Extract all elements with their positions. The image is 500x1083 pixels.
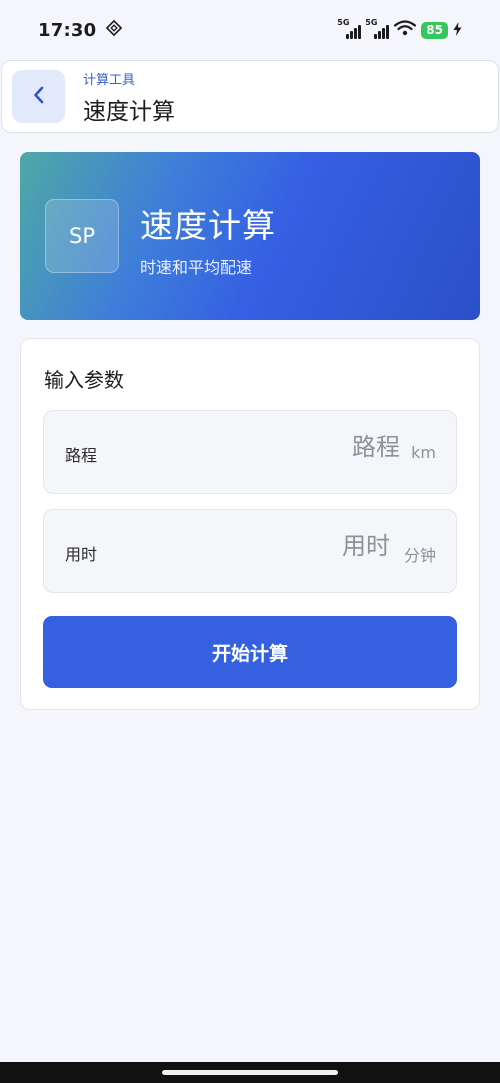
chevron-left-icon [32,85,46,109]
hero-banner: SP 速度计算 时速和平均配速 [20,152,480,320]
page-title: 速度计算 [83,99,175,125]
app-header: 计算工具 速度计算 [1,60,499,133]
hero-subtitle: 时速和平均配速 [140,258,253,277]
input-card: 输入参数 路程 km 用时 分钟 开始计算 [20,338,480,710]
distance-label: 路程 [65,446,98,465]
distance-unit: km [411,443,436,462]
duration-field[interactable]: 用时 分钟 [43,509,457,593]
calculate-button[interactable]: 开始计算 [43,616,457,688]
signal-icon: 5G [365,18,390,39]
breadcrumb[interactable]: 计算工具 [83,69,135,88]
status-bar: 17:30 5G 5G 85 [0,0,500,60]
distance-field[interactable]: 路程 km [43,410,457,494]
home-indicator[interactable] [162,1070,338,1075]
nfc-diamond-icon [106,19,123,40]
system-nav-bar [0,1062,500,1083]
duration-unit: 分钟 [403,546,436,565]
duration-label: 用时 [65,545,98,564]
signal-label: 5G [337,18,350,27]
signal-icon: 5G [337,18,362,39]
status-time: 17:30 [38,19,97,41]
duration-input[interactable] [190,532,390,560]
battery-badge: 85 [421,21,448,39]
back-button[interactable] [12,70,65,123]
hero-title: 速度计算 [140,206,276,245]
wifi-icon [394,20,417,40]
section-title: 输入参数 [44,368,124,392]
distance-input[interactable] [200,433,400,461]
bolt-icon [453,21,462,40]
tool-badge: SP [45,199,119,273]
signal-label: 5G [365,18,378,27]
